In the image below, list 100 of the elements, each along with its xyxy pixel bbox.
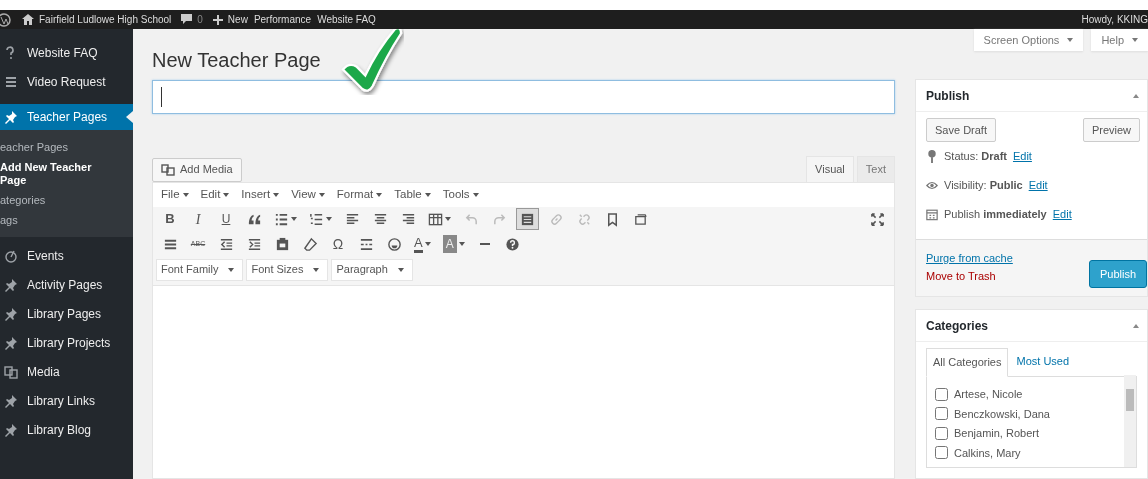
box-title: Categories [926, 317, 989, 335]
trash-link[interactable]: Move to Trash [926, 267, 1013, 285]
screen-tab[interactable]: Help [1091, 29, 1148, 51]
submenu-item[interactable]: eacher Pages [0, 138, 133, 158]
format-dropdown[interactable]: Font Sizes [246, 258, 329, 281]
menu-item[interactable]: Library Pages [0, 299, 133, 328]
save-draft-button[interactable]: Save Draft [926, 118, 996, 142]
toolbar-button[interactable]: B [159, 208, 181, 230]
purge-cache-link[interactable]: Purge from cache [926, 249, 1013, 267]
category-tab[interactable]: All Categories [926, 348, 1009, 377]
status-text: Visibility: Public [944, 178, 1023, 194]
checkbox[interactable] [935, 407, 948, 421]
editor-menu[interactable]: File [161, 185, 189, 204]
pin-icon [926, 150, 938, 163]
menu-item[interactable]: Library Blog [0, 415, 133, 444]
fullscreen-icon [869, 211, 885, 227]
align-left-icon [344, 211, 360, 227]
page-break-icon [358, 236, 374, 252]
link-icon [548, 211, 564, 227]
editor-menu[interactable]: Edit [200, 185, 230, 204]
category-label: Benczkowski, Dana [954, 406, 1050, 422]
numbered-list-icon [309, 211, 324, 227]
menu-item[interactable]: Teacher Pages [0, 104, 133, 130]
category-label: Calkins, Mary [954, 445, 1021, 461]
comment-icon [181, 14, 193, 25]
collapse-icon[interactable] [1133, 93, 1139, 98]
indent-icon [246, 236, 262, 252]
editor-menu[interactable]: Insert [241, 185, 280, 204]
new-link[interactable]: New [212, 12, 248, 27]
unlink-icon [576, 211, 592, 227]
checkbox[interactable] [935, 446, 948, 460]
menu-item[interactable]: Library Projects [0, 328, 133, 357]
comments-link[interactable]: 0 [181, 12, 203, 27]
menu-item[interactable]: Library Links [0, 386, 133, 415]
pin-icon [4, 277, 18, 292]
site-name-link[interactable]: Fairfield Ludlowe High School [22, 12, 172, 27]
clipboard-icon [274, 236, 290, 252]
category-label: Benjamin, Robert [954, 426, 1039, 441]
toolbar-link[interactable]: Performance [253, 12, 312, 27]
bulleted-list-icon [274, 211, 289, 227]
pin-icon [4, 422, 18, 437]
outdent-icon [218, 236, 234, 252]
editor-menu[interactable]: Tools [442, 185, 479, 204]
pin-icon [4, 335, 18, 350]
menu-item[interactable]: Video Request [0, 67, 133, 96]
edit-link[interactable]: Edit [1052, 206, 1072, 223]
menu-item[interactable]: Activity Pages [0, 270, 133, 299]
editor-tab[interactable]: Visual [806, 156, 854, 182]
align-right-icon [400, 211, 416, 227]
editor-menu[interactable]: Table [394, 185, 431, 204]
editor-menu[interactable]: Format [336, 185, 383, 204]
status-text: Status: Draft [944, 149, 1007, 165]
editor-menu[interactable]: View [291, 185, 325, 204]
screen-tab[interactable]: Screen Options [973, 29, 1084, 51]
category-tab[interactable]: Most Used [1010, 348, 1076, 376]
format-dropdown[interactable]: Font Family [156, 258, 244, 281]
toolbar-button[interactable]: U [215, 208, 237, 230]
menu-item[interactable]: Events [0, 241, 133, 270]
read-more-icon [632, 211, 648, 227]
collapse-icon[interactable] [1133, 323, 1139, 328]
align-center-icon [372, 211, 388, 227]
submenu-item[interactable]: ags [0, 211, 133, 231]
menu-item[interactable]: Media [0, 357, 133, 386]
category-label: Artese, Nicole [954, 387, 1023, 402]
scrollbar[interactable] [1124, 374, 1136, 467]
eye-icon [926, 179, 938, 192]
editor-tab[interactable]: Text [856, 156, 895, 182]
toolbar-button[interactable]: A [411, 233, 434, 255]
account-link[interactable]: Howdy, KKING [1081, 12, 1148, 27]
page-title: New Teacher Page [152, 48, 322, 73]
menu-item[interactable]: Website FAQ [0, 38, 133, 67]
pin-icon [4, 306, 18, 321]
add-media-button[interactable]: Add Media [152, 157, 242, 182]
toolbar-button[interactable] [516, 208, 539, 230]
box-title: Publish [926, 87, 970, 105]
pin-icon [4, 393, 18, 408]
toolbar-toggle-icon [520, 211, 535, 227]
dash-icon [479, 243, 490, 245]
smiley-icon [386, 236, 402, 252]
media-icon [4, 364, 18, 379]
toolbar-button[interactable]: Ω [327, 233, 349, 255]
edit-link[interactable]: Edit [1028, 177, 1048, 194]
format-dropdown[interactable]: Paragraph [331, 258, 413, 281]
help-icon [505, 236, 521, 252]
home-icon [22, 14, 34, 25]
list-icon [4, 74, 18, 89]
submenu-item[interactable]: ategories [0, 191, 133, 211]
preview-button[interactable]: Preview [1082, 118, 1140, 142]
checkbox[interactable] [935, 387, 948, 401]
toolbar-button[interactable]: I [187, 208, 209, 230]
checkbox[interactable] [935, 426, 948, 440]
plus-icon [212, 14, 223, 25]
status-text: Publish immediately [944, 207, 1047, 223]
eraser-icon [302, 236, 318, 252]
pin-icon [4, 110, 18, 124]
title-field[interactable] [152, 80, 895, 114]
submenu-item[interactable]: Add New Teacher Page [0, 158, 110, 191]
edit-link[interactable]: Edit [1012, 148, 1032, 165]
media-icon [161, 163, 175, 176]
toolbar-link[interactable]: Website FAQ [317, 12, 376, 27]
